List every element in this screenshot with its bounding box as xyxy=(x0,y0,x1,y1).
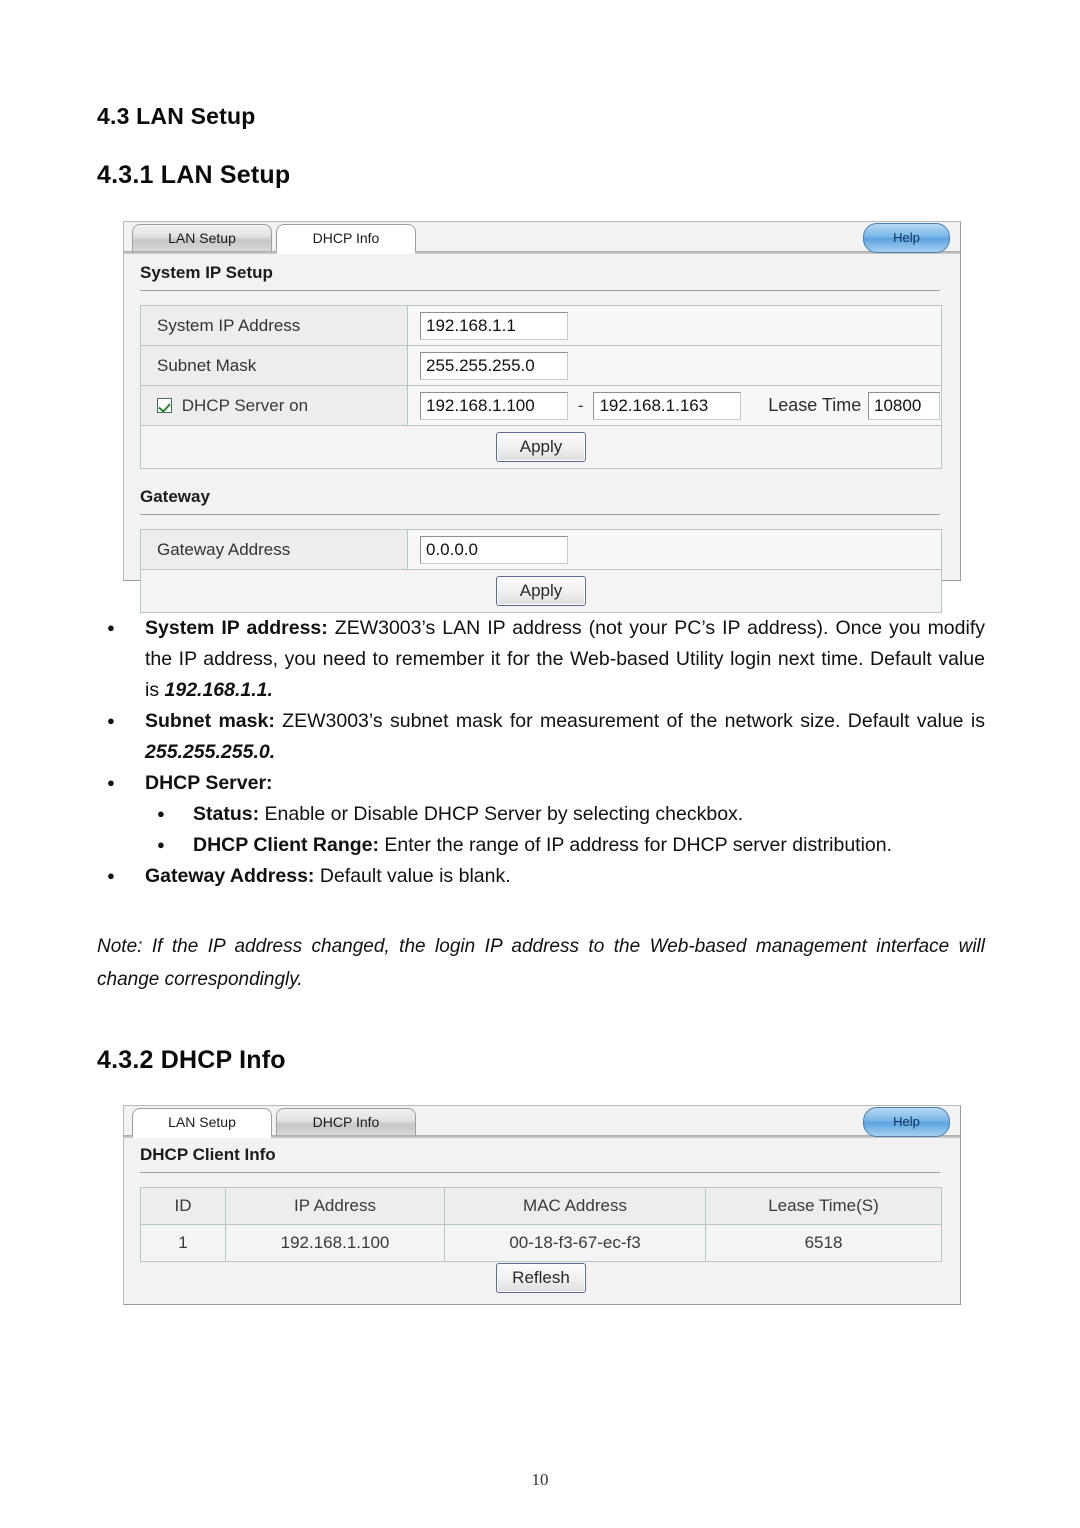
column-header-mac-address: MAC Address xyxy=(444,1187,706,1225)
lease-time-input[interactable]: 10800 xyxy=(868,391,940,420)
group-title-system-ip-setup: System IP Setup xyxy=(140,263,273,282)
tab-active-notch-2 xyxy=(133,1135,271,1138)
form-row-apply-gateway: Apply xyxy=(140,569,942,613)
tabstrip-underline xyxy=(124,251,960,254)
bullet-gateway-address-text: Default value is blank. xyxy=(314,865,511,887)
dhcp-info-screenshot-panel: LAN Setup DHCP Info Help DHCP Client Inf… xyxy=(123,1105,961,1305)
dhcp-server-checkbox[interactable] xyxy=(157,398,172,414)
note-paragraph: Note: If the IP address changed, the log… xyxy=(97,936,985,990)
lan-setup-panel-body: System IP Setup System IP Address 192.16… xyxy=(132,257,952,613)
heading-section-4-3-1: 4.3.1 LAN Setup xyxy=(97,161,291,189)
bullet-gateway-address: Gateway Address: Default value is blank. xyxy=(97,860,985,892)
form-row-system-ip-address: System IP Address 192.168.1.1 xyxy=(140,305,942,346)
apply-cell-gateway: Apply xyxy=(140,569,942,613)
bullet-dhcp-client-range-label: DHCP Client Range: xyxy=(193,834,379,856)
form-row-dhcp-server: DHCP Server on 192.168.1.100 - 192.168.1… xyxy=(140,385,942,426)
group-rule-system-ip xyxy=(140,290,940,291)
apply-button-gateway[interactable]: Apply xyxy=(496,576,586,606)
bullet-status: Status: Enable or Disable DHCP Server by… xyxy=(97,798,985,830)
cell-id: 1 xyxy=(140,1224,226,1262)
value-cell-subnet-mask: 255.255.255.0 xyxy=(407,345,942,386)
bullet-dhcp-server-label: DHCP Server: xyxy=(145,772,273,794)
dhcp-info-panel-body: DHCP Client Info ID IP Address MAC Addre… xyxy=(132,1141,952,1298)
value-cell-dhcp-range: 192.168.1.100 - 192.168.1.163 Lease Time… xyxy=(407,385,942,426)
tab-dhcp-info-2[interactable]: DHCP Info xyxy=(276,1108,416,1135)
apply-button-system-ip[interactable]: Apply xyxy=(496,432,586,462)
label-system-ip-address: System IP Address xyxy=(140,305,408,346)
refresh-button[interactable]: Reflesh xyxy=(496,1263,586,1293)
help-button-2-label: Help xyxy=(893,1114,920,1129)
tab-dhcp-info-2-label: DHCP Info xyxy=(312,1114,380,1130)
bullet-subnet-mask-label: Subnet mask: xyxy=(145,710,275,732)
bullet-system-ip-address-value: 192.168.1.1. xyxy=(164,679,273,701)
apply-cell-system-ip: Apply xyxy=(140,425,942,469)
system-ip-address-input[interactable]: 192.168.1.1 xyxy=(420,311,568,340)
tabstrip-dhcp-info: LAN Setup DHCP Info Help xyxy=(124,1106,960,1138)
bullet-status-text: Enable or Disable DHCP Server by selecti… xyxy=(259,803,744,825)
bullet-system-ip-address: System IP address: ZEW3003’s LAN IP addr… xyxy=(97,612,985,706)
bullet-subnet-mask: Subnet mask: ZEW3003’s subnet mask for m… xyxy=(97,705,985,768)
bullet-subnet-mask-text: ZEW3003’s subnet mask for measurement of… xyxy=(274,710,985,732)
heading-section-4-3: 4.3 LAN Setup xyxy=(97,103,256,129)
bullet-gateway-address-label: Gateway Address: xyxy=(145,865,315,887)
cell-lease-time: 6518 xyxy=(705,1224,942,1262)
tab-lan-setup-2[interactable]: LAN Setup xyxy=(132,1108,272,1135)
dhcp-client-table: ID IP Address MAC Address Lease Time(S) … xyxy=(140,1187,942,1262)
tab-lan-setup-2-label: LAN Setup xyxy=(168,1114,236,1130)
tab-dhcp-info[interactable]: DHCP Info xyxy=(276,224,416,251)
lease-time-label: Lease Time xyxy=(768,395,862,415)
form-row-gateway-address: Gateway Address 0.0.0.0 xyxy=(140,529,942,570)
system-ip-setup-form: System IP Address 192.168.1.1 Subnet Mas… xyxy=(140,305,942,469)
page-number: 10 xyxy=(531,1470,549,1489)
gateway-address-input[interactable]: 0.0.0.0 xyxy=(420,535,568,564)
dhcp-range-end-input[interactable]: 192.168.1.163 xyxy=(593,391,742,420)
table-header-row: ID IP Address MAC Address Lease Time(S) xyxy=(140,1187,942,1225)
tab-lan-setup[interactable]: LAN Setup xyxy=(132,224,272,251)
bullet-dhcp-client-range-text: Enter the range of IP address for DHCP s… xyxy=(379,834,893,856)
subnet-mask-input[interactable]: 255.255.255.0 xyxy=(420,351,568,380)
bullet-dhcp-client-range: DHCP Client Range: Enter the range of IP… xyxy=(97,829,985,861)
heading-section-4-3-2: 4.3.2 DHCP Info xyxy=(97,1046,286,1074)
help-button[interactable]: Help xyxy=(863,223,950,253)
refresh-button-row: Reflesh xyxy=(140,1263,942,1293)
form-row-subnet-mask: Subnet Mask 255.255.255.0 xyxy=(140,345,942,386)
dhcp-server-checkbox-label: DHCP Server on xyxy=(181,395,309,415)
lan-setup-screenshot-panel: LAN Setup DHCP Info Help System IP Setup… xyxy=(123,221,961,613)
bullet-system-ip-address-label: System IP address: xyxy=(145,617,328,639)
group-title-gateway: Gateway xyxy=(140,487,210,506)
cell-ip-address: 192.168.1.100 xyxy=(225,1224,445,1262)
group-rule-dhcp-client-info xyxy=(140,1172,940,1173)
table-row: 1 192.168.1.100 00-18-f3-67-ec-f3 6518 xyxy=(140,1224,942,1262)
group-rule-gateway xyxy=(140,514,940,515)
tab-dhcp-info-label: DHCP Info xyxy=(312,230,380,246)
column-header-lease-time: Lease Time(S) xyxy=(705,1187,942,1225)
tab-active-notch xyxy=(277,251,415,254)
tabstrip-lan-setup: LAN Setup DHCP Info Help xyxy=(124,222,960,254)
tab-lan-setup-label: LAN Setup xyxy=(168,230,236,246)
form-row-apply-system-ip: Apply xyxy=(140,425,942,469)
dhcp-range-separator: - xyxy=(577,395,584,415)
cell-mac-address: 00-18-f3-67-ec-f3 xyxy=(444,1224,706,1262)
bullet-subnet-mask-value: 255.255.255.0. xyxy=(145,741,276,763)
column-header-ip-address: IP Address xyxy=(225,1187,445,1225)
label-gateway-address: Gateway Address xyxy=(140,529,408,570)
gateway-form: Gateway Address 0.0.0.0 Apply xyxy=(140,529,942,613)
feature-bullet-list: System IP address: ZEW3003’s LAN IP addr… xyxy=(97,612,985,892)
label-subnet-mask: Subnet Mask xyxy=(140,345,408,386)
bullet-status-label: Status: xyxy=(193,803,260,825)
column-header-id: ID xyxy=(140,1187,226,1225)
dhcp-range-start-input[interactable]: 192.168.1.100 xyxy=(420,391,568,420)
bullet-dhcp-server: DHCP Server: xyxy=(97,767,985,799)
document-page: 4.3 LAN Setup 4.3.1 LAN Setup LAN Setup … xyxy=(0,0,1080,1528)
help-button-2[interactable]: Help xyxy=(863,1107,950,1137)
value-cell-system-ip-address: 192.168.1.1 xyxy=(407,305,942,346)
value-cell-gateway-address: 0.0.0.0 xyxy=(407,529,942,570)
tabstrip-underline-2 xyxy=(124,1135,960,1138)
group-title-dhcp-client-info: DHCP Client Info xyxy=(140,1145,276,1164)
label-dhcp-server-on: DHCP Server on xyxy=(140,385,408,426)
help-button-label: Help xyxy=(893,230,920,245)
